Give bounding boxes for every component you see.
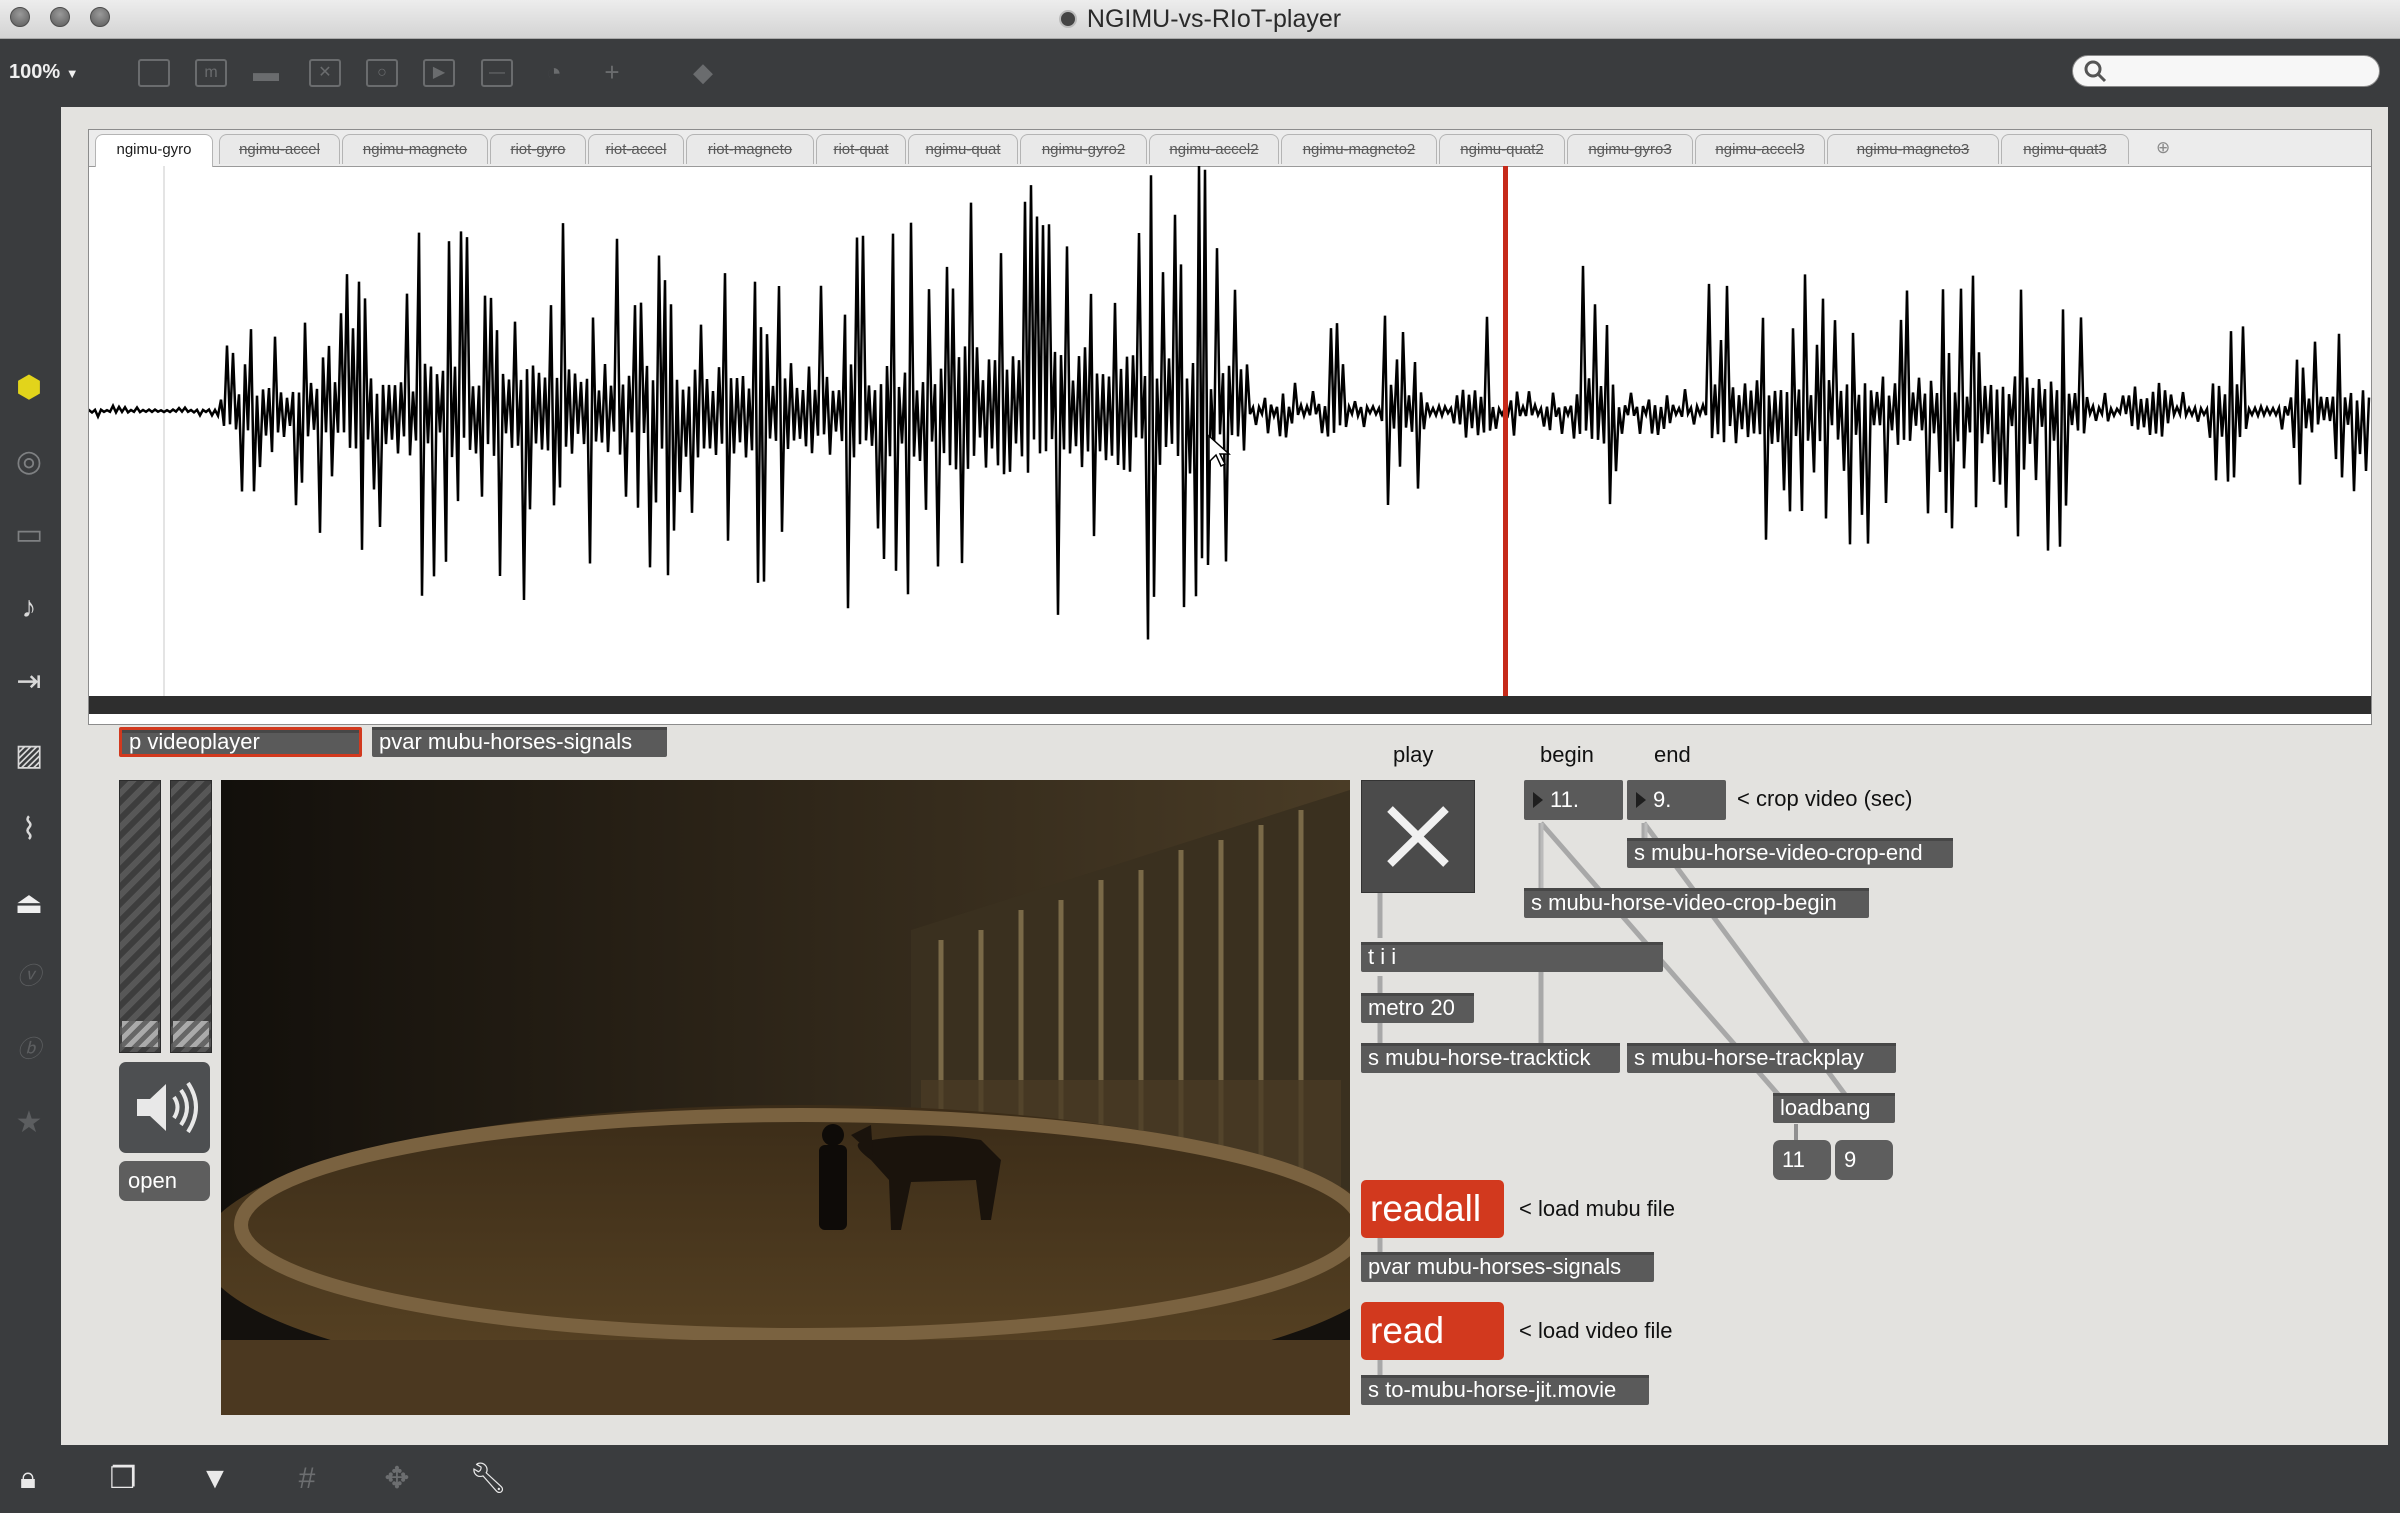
play-label: play bbox=[1393, 742, 1434, 767]
gain-slider-right[interactable] bbox=[170, 780, 212, 1053]
send-trackplay[interactable]: s mubu-horse-trackplay bbox=[1627, 1043, 1896, 1073]
begin-label: begin bbox=[1540, 742, 1594, 767]
send-tracktick[interactable]: s mubu-horse-tracktick bbox=[1361, 1043, 1620, 1073]
gain-slider-left[interactable] bbox=[119, 780, 161, 1053]
readall-message[interactable]: readall bbox=[1361, 1180, 1504, 1238]
open-message[interactable]: open bbox=[119, 1161, 210, 1201]
send-jit-movie[interactable]: s to-mubu-horse-jit.movie bbox=[1361, 1375, 1649, 1405]
begin-number-box[interactable]: 11. bbox=[1524, 780, 1623, 820]
end-label: end bbox=[1654, 742, 1691, 767]
video-display[interactable] bbox=[221, 780, 1350, 1415]
send-crop-end[interactable]: s mubu-horse-video-crop-end bbox=[1627, 838, 1953, 868]
play-toggle[interactable] bbox=[1361, 780, 1475, 893]
metro-object[interactable]: metro 20 bbox=[1361, 993, 1474, 1023]
read-message[interactable]: read bbox=[1361, 1302, 1504, 1360]
videoplayer-subpatcher[interactable]: p videoplayer bbox=[119, 727, 362, 757]
end-number-box[interactable]: 9. bbox=[1627, 780, 1726, 820]
send-crop-begin[interactable]: s mubu-horse-video-crop-begin bbox=[1524, 888, 1869, 918]
message-11[interactable]: 11 bbox=[1773, 1140, 1831, 1180]
loadbang-object[interactable]: loadbang bbox=[1773, 1093, 1895, 1123]
speaker-icon[interactable] bbox=[119, 1062, 210, 1153]
trigger-object[interactable]: t i i bbox=[1361, 942, 1663, 972]
message-9[interactable]: 9 bbox=[1835, 1140, 1893, 1180]
load-video-comment: < load video file bbox=[1519, 1318, 1673, 1343]
crop-video-comment: < crop video (sec) bbox=[1737, 786, 1913, 811]
load-mubu-comment: < load mubu file bbox=[1519, 1196, 1675, 1221]
pvar-mubu-object-bottom[interactable]: pvar mubu-horses-signals bbox=[1361, 1252, 1654, 1282]
pvar-mubu-object[interactable]: pvar mubu-horses-signals bbox=[372, 727, 667, 757]
